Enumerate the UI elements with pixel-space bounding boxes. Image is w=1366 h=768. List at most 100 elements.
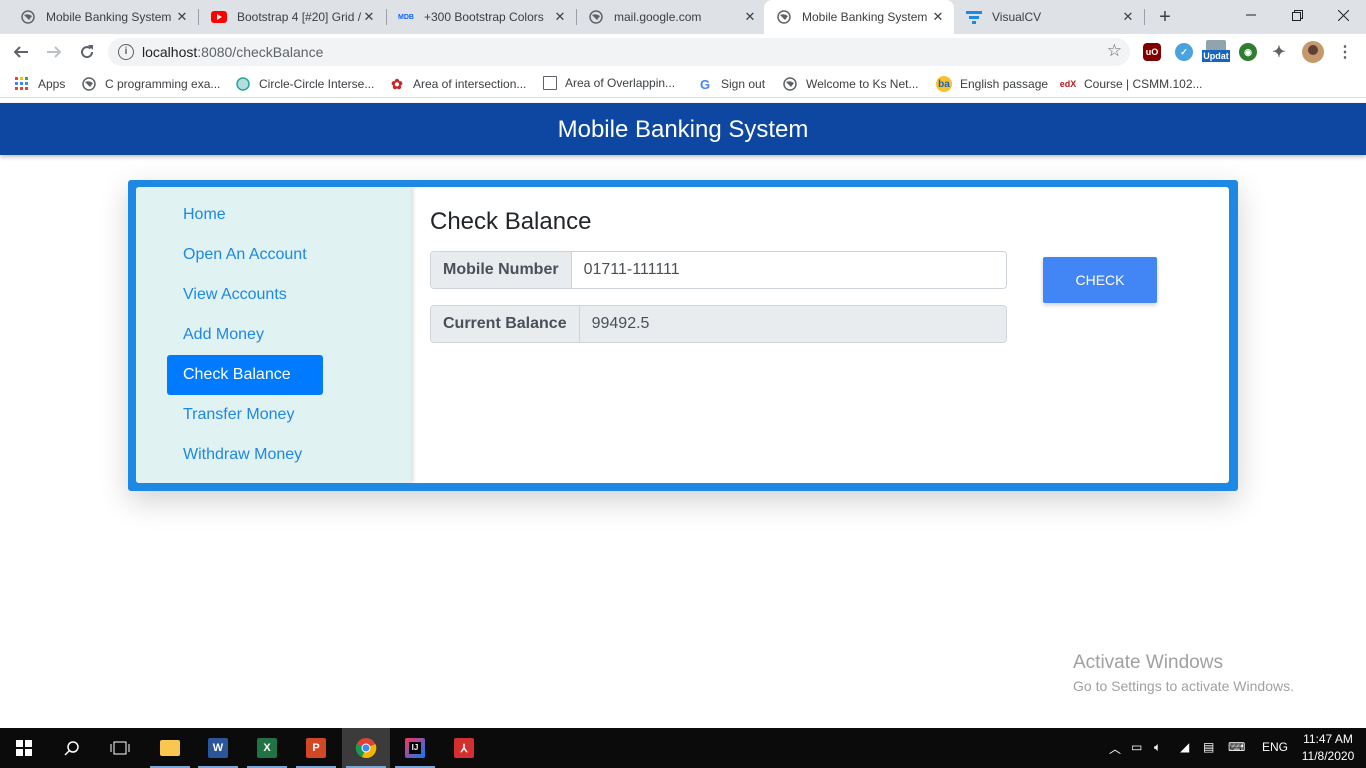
search-icon[interactable] <box>48 728 96 768</box>
ublock-icon[interactable]: uO <box>1143 43 1161 61</box>
browser-tab[interactable]: Bootstrap 4 [#20] Grid / ✕ <box>199 0 385 34</box>
youtube-icon <box>211 9 227 25</box>
ba-icon: ba <box>936 76 952 92</box>
visualcv-icon <box>966 9 982 25</box>
windows-start-icon[interactable] <box>0 728 48 768</box>
nav-transfer-money[interactable]: Transfer Money <box>167 395 323 435</box>
document-icon <box>543 76 557 90</box>
menu-dots-icon[interactable]: ⋮ <box>1336 43 1354 61</box>
powerpoint-icon[interactable]: P <box>292 728 340 768</box>
apps-grid-icon <box>14 76 30 92</box>
nav-check-balance[interactable]: Check Balance <box>167 355 323 395</box>
card-body: Home Open An Account View Accounts Add M… <box>136 187 1229 483</box>
notes-icon[interactable]: ▤ <box>1203 740 1214 754</box>
bookmark-star-icon[interactable]: ☆ <box>1107 41 1122 61</box>
battery-icon[interactable]: ▭ <box>1131 740 1142 754</box>
globe-icon <box>782 76 798 92</box>
browser-tab-strip: Mobile Banking System ✕ Bootstrap 4 [#20… <box>0 0 1366 34</box>
chrome-icon[interactable] <box>342 728 390 768</box>
clock-time: 11:47 AM <box>1303 732 1353 746</box>
nav-open-an-account[interactable]: Open An Account <box>167 235 323 275</box>
profile-avatar[interactable] <box>1302 41 1324 63</box>
google-icon: G <box>699 76 711 92</box>
bookmark-item[interactable]: Area of Overlappin... <box>543 76 675 90</box>
page-title: Check Balance <box>430 208 592 235</box>
reload-icon[interactable] <box>75 40 99 64</box>
close-tab-icon[interactable]: ✕ <box>742 9 758 25</box>
show-hidden-icons-icon[interactable]: ︿ <box>1109 740 1121 757</box>
language-indicator[interactable]: ENG <box>1262 740 1288 754</box>
globe-icon <box>588 9 604 25</box>
back-arrow-icon[interactable] <box>9 40 33 64</box>
new-tab-button[interactable]: + <box>1155 7 1175 27</box>
current-balance-label: Current Balance <box>431 306 580 342</box>
close-tab-icon[interactable]: ✕ <box>174 9 190 25</box>
restore-icon[interactable] <box>1274 0 1320 30</box>
bookmark-item[interactable]: Circle-Circle Interse... <box>235 76 374 92</box>
browser-tab[interactable]: MDB +300 Bootstrap Colors ✕ <box>386 0 576 34</box>
globe-icon <box>776 9 792 25</box>
url-text: localhost:8080/checkBalance <box>142 44 324 60</box>
keyboard-icon[interactable]: ⌨ <box>1228 740 1245 754</box>
bookmark-item[interactable]: ba English passage <box>936 76 1048 92</box>
app-title: Mobile Banking System <box>557 116 809 143</box>
acrobat-icon[interactable]: ⅄ <box>440 728 488 768</box>
extension-icon[interactable]: ✓ <box>1175 43 1193 61</box>
browser-tab[interactable]: Mobile Banking System ✕ <box>8 0 198 34</box>
address-bar[interactable]: i localhost:8080/checkBalance ☆ <box>108 38 1130 66</box>
system-clock[interactable]: 11:47 AM 11/8/2020 <box>1298 731 1358 765</box>
globe-icon <box>20 9 36 25</box>
mobile-number-group: Mobile Number 01711-111111 <box>430 251 1007 289</box>
close-tab-icon[interactable]: ✕ <box>361 9 377 25</box>
task-view-icon[interactable] <box>96 728 144 768</box>
check-button[interactable]: CHECK <box>1043 257 1157 303</box>
close-window-icon[interactable] <box>1320 0 1366 30</box>
browser-tab[interactable]: mail.google.com ✕ <box>576 0 766 34</box>
bookmark-apps[interactable]: Apps <box>14 76 65 92</box>
current-balance-group: Current Balance 99492.5 <box>430 305 1007 343</box>
vpn-extension-icon[interactable]: ◉ <box>1239 43 1257 61</box>
mobile-number-label: Mobile Number <box>431 252 572 288</box>
file-explorer-icon[interactable] <box>146 728 194 768</box>
site-info-icon[interactable]: i <box>118 44 134 60</box>
bookmark-item[interactable]: C programming exa... <box>81 76 220 92</box>
excel-icon[interactable]: X <box>243 728 291 768</box>
browser-tab-active[interactable]: Mobile Banking System ✕ <box>764 0 954 34</box>
bookmark-item[interactable]: ✿ Area of intersection... <box>389 76 526 92</box>
volume-icon[interactable]: 🔈︎ <box>1154 740 1161 755</box>
nav-view-accounts[interactable]: View Accounts <box>167 275 323 315</box>
nav-home[interactable]: Home <box>167 195 323 235</box>
nav-withdraw-money[interactable]: Withdraw Money <box>167 435 323 475</box>
globe-icon <box>81 76 97 92</box>
mdb-icon: MDB <box>398 13 414 21</box>
clock-date: 11/8/2020 <box>1301 749 1355 763</box>
close-tab-icon[interactable]: ✕ <box>930 9 946 25</box>
gear-icon: ✿ <box>391 75 403 92</box>
close-tab-icon[interactable]: ✕ <box>552 9 568 25</box>
windows-taskbar: W X P IJ ⅄ ︿ ▭ 🔈︎ ◢ ▤ ⌨ ENG 11:47 AM 11/… <box>0 728 1366 768</box>
app-header: Mobile Banking System <box>0 103 1366 155</box>
browser-toolbar: i localhost:8080/checkBalance ☆ uO ✓ Upd… <box>0 34 1366 70</box>
mobile-number-input[interactable]: 01711-111111 <box>571 252 1006 288</box>
forward-arrow-icon[interactable] <box>42 40 66 64</box>
browser-tab[interactable]: VisualCV ✕ <box>954 0 1144 34</box>
activate-windows-watermark: Activate Windows Go to Settings to activ… <box>1073 652 1294 694</box>
bookmark-item[interactable]: G Sign out <box>697 76 765 92</box>
close-tab-icon[interactable]: ✕ <box>1120 9 1136 25</box>
word-icon[interactable]: W <box>194 728 242 768</box>
page-viewport: Mobile Banking System Home Open An Accou… <box>0 98 1366 728</box>
check-balance-form: Check Balance Mobile Number 01711-111111… <box>430 187 1210 483</box>
minimize-icon[interactable] <box>1228 0 1274 30</box>
bookmark-item[interactable]: Welcome to Ks Net... <box>782 76 918 92</box>
main-card: Home Open An Account View Accounts Add M… <box>128 180 1238 491</box>
bookmark-item[interactable]: edX Course | CSMM.102... <box>1060 76 1203 92</box>
sidebar-nav: Home Open An Account View Accounts Add M… <box>136 187 411 483</box>
puzzle-extensions-icon[interactable]: ✦ <box>1270 43 1288 61</box>
edx-icon: edX <box>1059 79 1077 89</box>
bookmarks-bar: Apps C programming exa... Circle-Circle … <box>0 70 1366 98</box>
network-icon[interactable]: ◢ <box>1180 740 1189 754</box>
globe-icon <box>235 76 251 92</box>
nav-add-money[interactable]: Add Money <box>167 315 323 355</box>
update-extension-icon[interactable]: Updat <box>1202 40 1230 64</box>
intellij-icon[interactable]: IJ <box>391 728 439 768</box>
